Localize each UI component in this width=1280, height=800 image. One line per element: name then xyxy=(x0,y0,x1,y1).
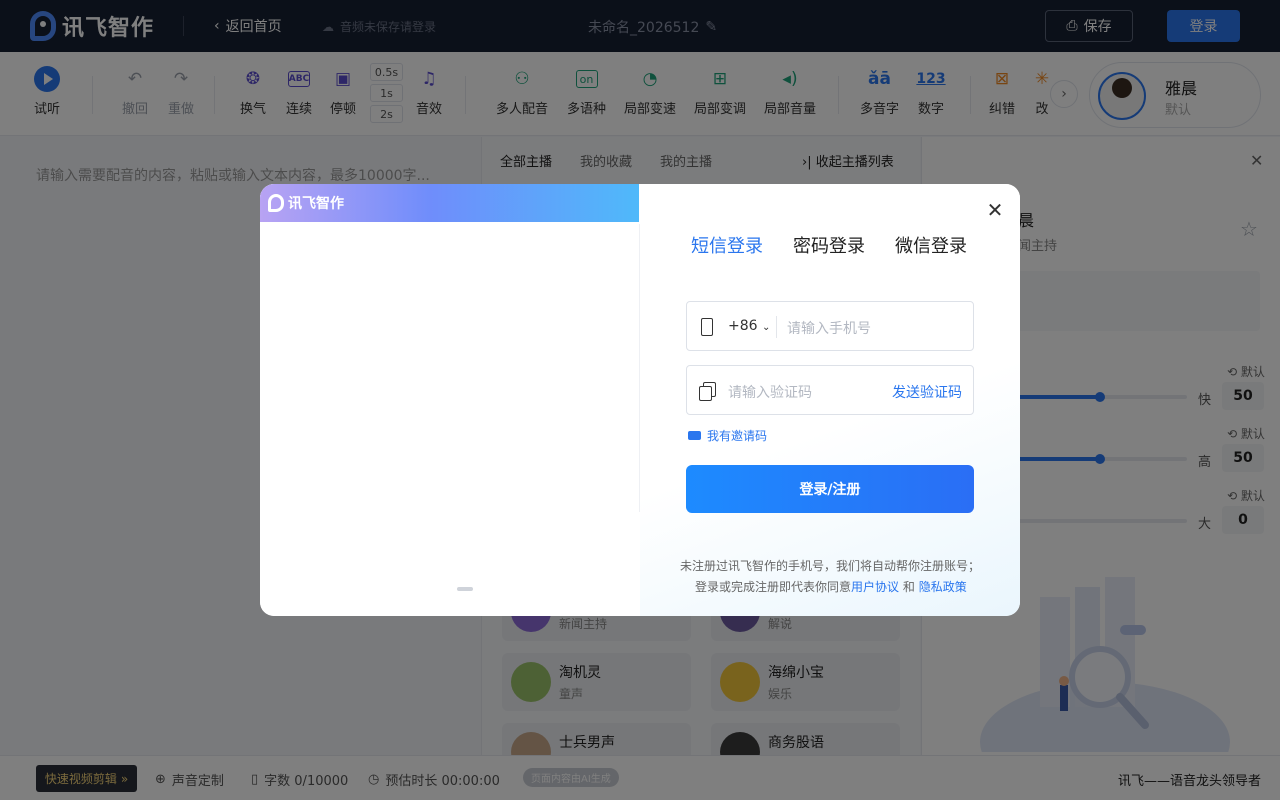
privacy-policy-link[interactable]: 隐私政策 xyxy=(919,580,967,594)
login-modal: 讯飞智作 ✕ 短信登录 密码登录 微信登录 +86 ⌄ 请输入手机号 请输入验证… xyxy=(260,184,1020,616)
phone-field[interactable]: +86 ⌄ 请输入手机号 xyxy=(686,301,974,351)
logo-icon xyxy=(268,194,284,212)
terms-and: 和 xyxy=(902,580,915,594)
phone-icon xyxy=(701,318,713,336)
verification-code-field[interactable]: 请输入验证码 发送验证码 xyxy=(686,365,974,415)
terms-consent: 登录或完成注册即代表你同意用户协议 和 隐私政策 xyxy=(695,578,967,595)
country-code-select[interactable]: +86 ⌄ xyxy=(728,318,770,334)
login-modal-promo: 讯飞智作 xyxy=(260,184,639,616)
chevron-down-icon: ⌄ xyxy=(762,322,771,333)
login-method-tabs: 短信登录 密码登录 微信登录 xyxy=(691,232,967,258)
login-register-button[interactable]: 登录/注册 xyxy=(686,465,974,513)
tab-wechat-login[interactable]: 微信登录 xyxy=(895,232,967,258)
terms-prefix: 登录或完成注册即代表你同意 xyxy=(695,580,852,594)
tab-sms-login[interactable]: 短信登录 xyxy=(691,232,763,258)
tab-password-login[interactable]: 密码登录 xyxy=(793,232,865,258)
phone-input[interactable]: 请输入手机号 xyxy=(787,318,871,338)
banner-logo-text: 讯飞智作 xyxy=(288,196,344,212)
promo-banner: 讯飞智作 xyxy=(260,184,639,222)
country-code-text: +86 xyxy=(728,318,758,334)
send-code-button[interactable]: 发送验证码 xyxy=(892,382,962,402)
invite-code-link[interactable]: 我有邀请码 xyxy=(688,427,767,444)
close-icon[interactable]: ✕ xyxy=(983,198,1007,222)
login-form: ✕ 短信登录 密码登录 微信登录 +86 ⌄ 请输入手机号 请输入验证码 发送验… xyxy=(640,184,1020,616)
banner-logo: 讯飞智作 xyxy=(268,193,344,213)
user-agreement-link[interactable]: 用户协议 xyxy=(851,580,899,594)
terms-notice: 未注册过讯飞智作的手机号，我们将自动帮你注册账号； xyxy=(680,559,981,573)
carousel-indicator[interactable] xyxy=(457,587,473,591)
invite-code-label: 我有邀请码 xyxy=(707,429,768,443)
code-input[interactable]: 请输入验证码 xyxy=(728,382,812,402)
field-divider xyxy=(776,316,777,338)
code-icon xyxy=(699,382,716,401)
ticket-icon xyxy=(688,431,701,440)
